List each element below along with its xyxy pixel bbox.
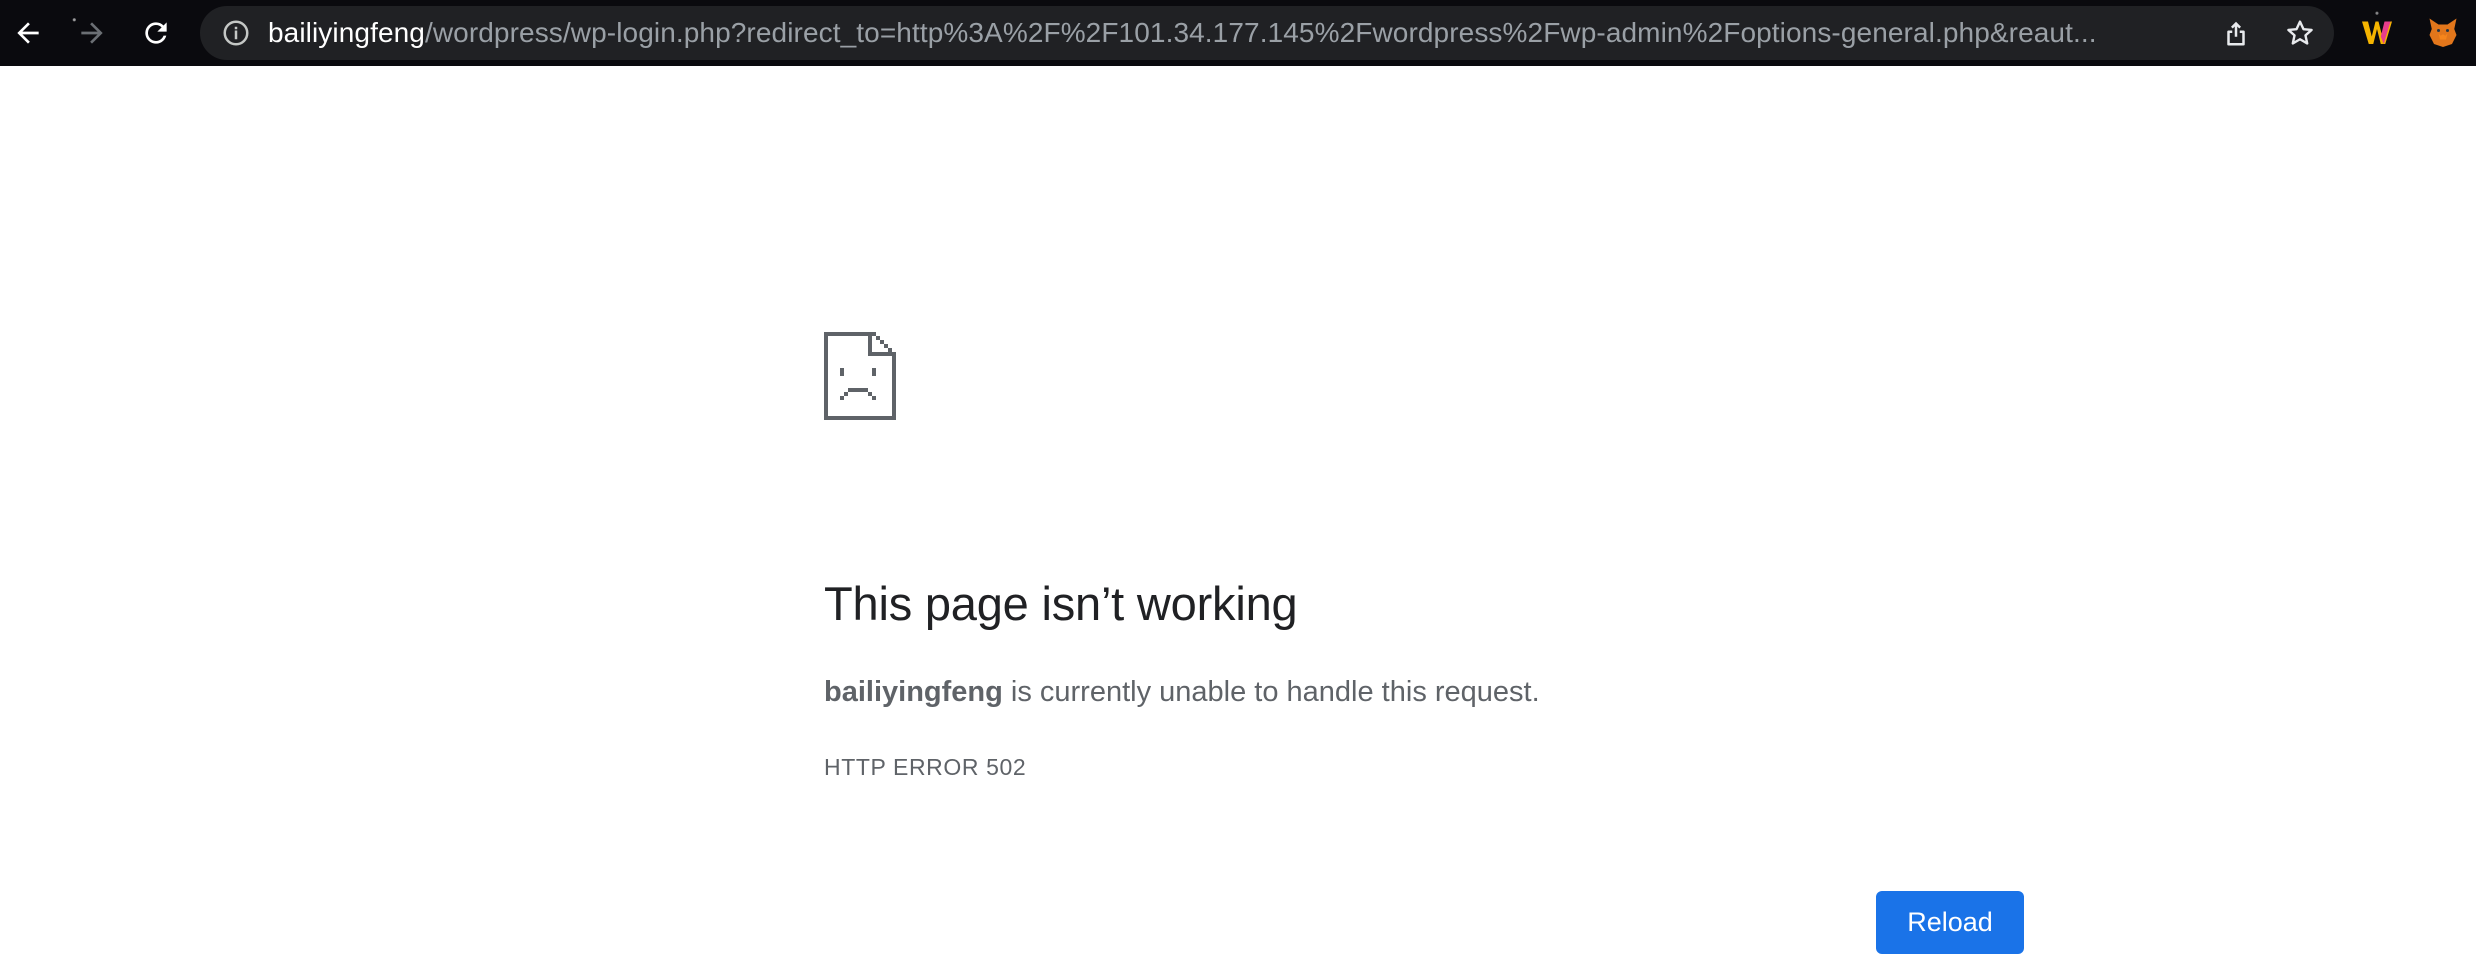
error-description: bailiyingfeng is currently unable to han… [824, 676, 1540, 709]
fox-extension-icon [2429, 18, 2457, 47]
back-arrow-icon [17, 22, 39, 44]
info-icon [223, 20, 249, 46]
browser-toolbar: bailiyingfeng/wordpress/wp-login.php?red… [0, 0, 2476, 66]
forward-arrow-icon [81, 22, 103, 44]
error-code: HTTP ERROR 502 [824, 754, 1027, 780]
error-message: is currently unable to handle this reque… [1002, 676, 1540, 708]
reload-button[interactable]: Reload [1876, 891, 2024, 954]
address-bar[interactable]: bailiyingfeng/wordpress/wp-login.php?red… [200, 6, 2334, 60]
url-path: /wordpress/wp-login.php?redirect_to=http… [424, 17, 2097, 48]
w-extension-icon [2362, 21, 2392, 44]
url-text: bailiyingfeng/wordpress/wp-login.php?red… [268, 17, 2118, 49]
reload-icon [145, 22, 167, 44]
share-button[interactable] [2220, 17, 2252, 49]
bookmark-button[interactable] [2284, 17, 2316, 49]
url-host: bailiyingfeng [268, 17, 425, 48]
fox-extension-button[interactable] [2424, 13, 2462, 51]
share-icon [2227, 21, 2245, 46]
star-icon [2287, 20, 2313, 45]
error-host: bailiyingfeng [824, 676, 1003, 708]
forward-button[interactable] [68, 9, 116, 57]
site-info-button[interactable] [220, 17, 252, 49]
sad-page-icon [824, 332, 896, 420]
error-page: This page isn’t working bailiyingfeng is… [0, 66, 2476, 976]
reload-page-button[interactable] [132, 9, 180, 57]
back-button[interactable] [4, 9, 52, 57]
w-extension-button[interactable] [2358, 13, 2396, 51]
page-title: This page isn’t working [824, 577, 1298, 630]
